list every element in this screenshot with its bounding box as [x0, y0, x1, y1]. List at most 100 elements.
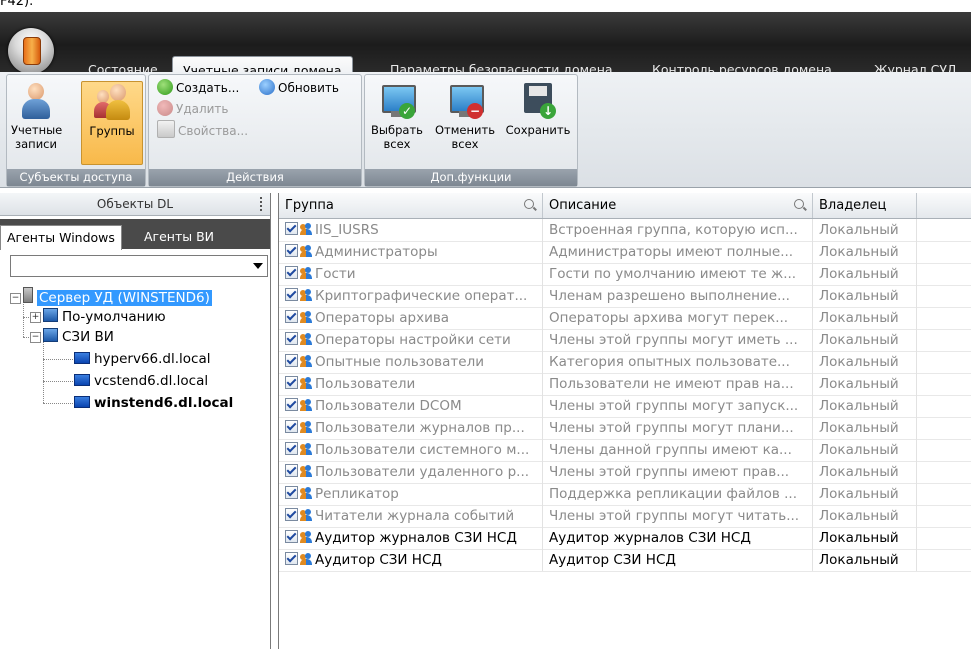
select-all-icon: ✓: [379, 81, 416, 121]
cell-group: Пользователи удаленного р...: [279, 461, 543, 483]
group-icon: [300, 531, 312, 543]
groups-button[interactable]: Группы: [81, 81, 143, 165]
collapse-icon[interactable]: −: [30, 332, 41, 343]
checkbox[interactable]: [285, 486, 298, 499]
cell-group: IIS_IUSRS: [279, 219, 543, 241]
collapse-icon[interactable]: −: [10, 293, 21, 304]
group-icon: [300, 443, 312, 455]
checkbox[interactable]: [285, 442, 298, 455]
column-header-group[interactable]: Группа: [279, 193, 543, 218]
tree-node-szi[interactable]: − СЗИ ВИ: [30, 327, 114, 347]
agent-filter-combo[interactable]: [10, 255, 268, 277]
search-icon[interactable]: [794, 199, 804, 209]
cell-group-text: Пользователи DCOM: [315, 398, 462, 414]
tree-node-host[interactable]: vcstend6.dl.local: [74, 371, 208, 391]
search-icon[interactable]: [524, 199, 534, 209]
cell-group: Пользователи системного м...: [279, 439, 543, 461]
select-all-button[interactable]: ✓ Выбрать всех: [367, 81, 427, 151]
table-row[interactable]: Криптографические операт... Членам разреш…: [279, 285, 971, 308]
tree-node-host[interactable]: winstend6.dl.local: [74, 393, 233, 413]
tree-node-host[interactable]: hyperv66.dl.local: [74, 349, 211, 369]
tree-node-server[interactable]: − Сервер УД (WINSTEND6): [10, 287, 212, 307]
cell-description: Категория опытных пользовате...: [543, 351, 813, 373]
pane-grip-icon[interactable]: [260, 197, 264, 211]
refresh-label: Обновить: [278, 81, 339, 95]
column-header-owner[interactable]: Владелец: [813, 193, 917, 218]
select-all-label-2: всех: [383, 137, 411, 151]
left-pane-tabs: Агенты Windows Агенты ВИ: [0, 219, 270, 250]
table-row[interactable]: Операторы настройки сети Члены этой групп…: [279, 329, 971, 352]
checkbox[interactable]: [285, 552, 298, 565]
checkbox[interactable]: [285, 530, 298, 543]
table-row[interactable]: Аудитор СЗИ НСД Аудитор СЗИ НСД Локальный: [279, 549, 971, 572]
checkbox[interactable]: [285, 332, 298, 345]
delete-icon: [157, 100, 173, 116]
app-logo-icon: [23, 37, 41, 65]
table-row[interactable]: Пользователи журналов пр... Члены этой гр…: [279, 417, 971, 440]
accounts-button[interactable]: Учетные записи: [11, 81, 62, 151]
tree-node-default-label: По-умолчанию: [62, 309, 166, 325]
refresh-button[interactable]: Обновить: [259, 78, 339, 98]
table-row[interactable]: Пользователи системного м... Члены данной…: [279, 439, 971, 462]
table-row[interactable]: Операторы архива Операторы архива могут п…: [279, 307, 971, 330]
checkbox[interactable]: [285, 420, 298, 433]
cell-owner: Локальный: [813, 263, 917, 285]
table-row[interactable]: Пользователи DCOM Члены этой группы могут…: [279, 395, 971, 418]
checkbox[interactable]: [285, 310, 298, 323]
table-row[interactable]: Репликатор Поддержка репликации файлов ..…: [279, 483, 971, 506]
cell-owner: Локальный: [813, 285, 917, 307]
properties-button[interactable]: Свойства...: [157, 120, 248, 140]
checkbox[interactable]: [285, 266, 298, 279]
checkbox[interactable]: [285, 376, 298, 389]
network-icon: [43, 308, 58, 322]
group-icon: [300, 355, 312, 367]
table-row[interactable]: Аудитор журналов СЗИ НСД Аудитор журналов…: [279, 527, 971, 550]
computer-icon: [74, 374, 90, 386]
table-row[interactable]: Пользователи Пользователи не имеют прав н…: [279, 373, 971, 396]
checkbox[interactable]: [285, 464, 298, 477]
chevron-down-icon[interactable]: [253, 263, 263, 269]
cropped-caption: F42).: [0, 0, 971, 12]
table-row[interactable]: Пользователи удаленного р... Члены этой г…: [279, 461, 971, 484]
ribbon-group-subjects: Учетные записи Группы Субъекты доступа: [6, 74, 146, 187]
column-header-description[interactable]: Описание: [543, 193, 813, 218]
cell-owner: Локальный: [813, 329, 917, 351]
checkbox[interactable]: [285, 222, 298, 235]
group-icon: [94, 82, 130, 122]
cell-group-text: Операторы настройки сети: [315, 332, 511, 348]
checkbox[interactable]: [285, 244, 298, 257]
cell-owner: Локальный: [813, 241, 917, 263]
tree-node-default[interactable]: + По-умолчанию: [30, 307, 166, 327]
checkbox[interactable]: [285, 398, 298, 411]
group-icon: [300, 399, 312, 411]
cell-owner: Локальный: [813, 483, 917, 505]
checkbox[interactable]: [285, 288, 298, 301]
tab-windows-agents[interactable]: Агенты Windows: [0, 225, 122, 250]
group-icon: [300, 465, 312, 477]
cell-description: Члены этой группы могут плани...: [543, 417, 813, 439]
cell-group-text: Криптографические операт...: [315, 288, 528, 304]
table-row[interactable]: Читатели журнала событий Члены этой групп…: [279, 505, 971, 528]
table-row[interactable]: Гости Гости по умолчанию имеют те ж... Лок…: [279, 263, 971, 286]
group-label-subjects: Субъекты доступа: [7, 169, 145, 186]
cell-group-text: Аудитор журналов СЗИ НСД: [315, 530, 517, 546]
grid-header: Группа Описание Владелец: [279, 193, 971, 219]
table-row[interactable]: Опытные пользователи Категория опытных по…: [279, 351, 971, 374]
cropped-caption-text: F42).: [0, 0, 34, 9]
save-button[interactable]: ↓ Сохранить: [505, 81, 571, 137]
user-icon: [18, 81, 54, 121]
expand-icon[interactable]: +: [30, 312, 41, 323]
tab-vi-agents[interactable]: Агенты ВИ: [138, 225, 220, 249]
checkbox[interactable]: [285, 354, 298, 367]
app-menu-button[interactable]: [8, 28, 54, 74]
cell-description: Члены этой группы могут читать...: [543, 505, 813, 527]
table-row[interactable]: Администраторы Администраторы имеют полны…: [279, 241, 971, 264]
delete-label: Удалить: [176, 102, 229, 116]
table-row[interactable]: IIS_IUSRS Встроенная группа, которую исп.…: [279, 219, 971, 242]
group-icon: [300, 311, 312, 323]
delete-button[interactable]: Удалить: [157, 99, 229, 119]
deselect-all-button[interactable]: − Отменить всех: [433, 81, 497, 151]
create-button[interactable]: Создать...: [157, 78, 239, 98]
checkbox[interactable]: [285, 508, 298, 521]
cell-group-text: Пользователи удаленного р...: [315, 464, 530, 480]
